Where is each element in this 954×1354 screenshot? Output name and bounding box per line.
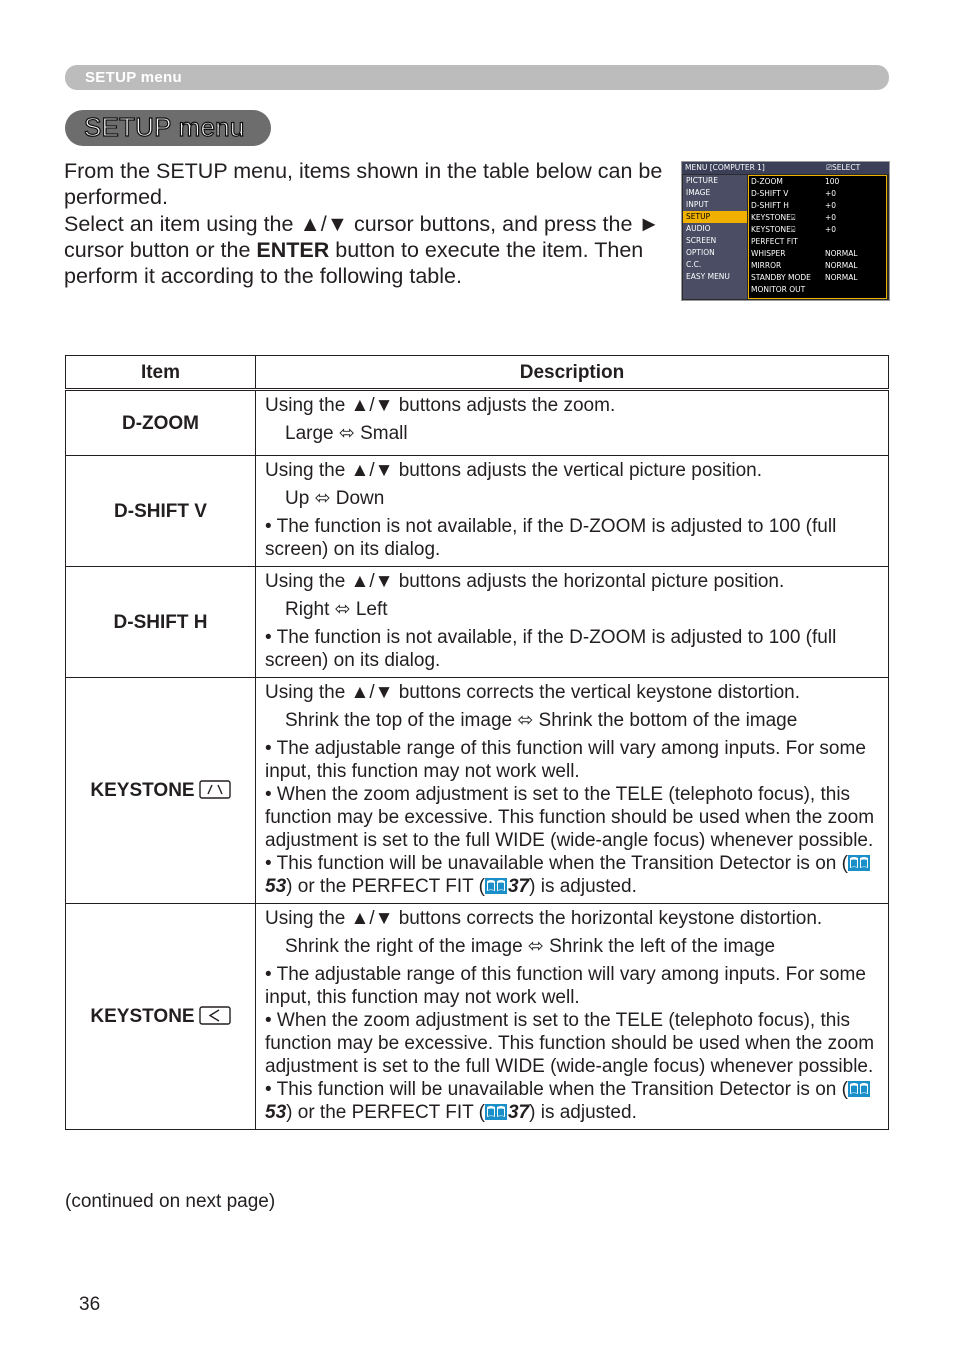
running-header-text: SETUP menu <box>85 69 182 86</box>
item-name: D-ZOOM <box>65 389 256 456</box>
osd-category: C.C. <box>686 260 702 269</box>
osd-menu-screenshot: MENU [COMPUTER 1] ⎚SELECT PICTURE IMAGE … <box>681 161 890 301</box>
item-name: KEYSTONE <box>65 677 256 904</box>
osd-item: MIRROR NORMAL <box>751 261 858 270</box>
item-name: KEYSTONE <box>65 903 256 1130</box>
vertical-keystone-icon: ⍓ <box>790 213 796 222</box>
page-reference-link[interactable]: 37 <box>508 1102 529 1123</box>
osd-category: INPUT <box>686 200 709 209</box>
note: • This function will be unavailable when… <box>265 1078 880 1124</box>
osd-item: D-SHIFT V +0 <box>751 189 837 198</box>
osd-header: MENU [COMPUTER 1] ⎚SELECT <box>682 162 889 174</box>
note: • The function is not available, if the … <box>265 516 837 560</box>
osd-category: PICTURE <box>686 176 718 185</box>
intro-line-1: From the SETUP menu, items shown in the … <box>64 159 663 210</box>
osd-item: KEYSTONE⍃ +0 <box>751 225 837 234</box>
page-reference-link[interactable]: 53 <box>265 876 286 897</box>
osd-item: KEYSTONE⍓ +0 <box>751 213 837 222</box>
osd-category: EASY MENU <box>686 272 730 281</box>
continued-note: (continued on next page) <box>65 1191 276 1212</box>
running-header: SETUP menu <box>65 65 889 90</box>
osd-select-hint: ⎚SELECT <box>826 163 861 172</box>
column-header-item: Item <box>65 355 256 391</box>
osd-item-list: D-ZOOM 100 D-SHIFT V +0 D-SHIFT H +0 KEYSTO… <box>748 175 887 299</box>
horizontal-keystone-icon: ⍃ <box>790 225 796 234</box>
vertical-keystone-icon <box>198 780 231 799</box>
osd-header-title: MENU [COMPUTER 1] <box>685 163 765 172</box>
section-title: SETUP menu <box>65 110 271 146</box>
table-header-row: Item Description <box>65 355 889 391</box>
section-title-text: SETUP menu <box>83 111 245 142</box>
adjust-range: Shrink the top of the image ⬄ Shrink the… <box>285 710 798 731</box>
page-number: 36 <box>79 1294 101 1315</box>
adjust-range: Shrink the right of the image ⬄ Shrink t… <box>285 936 776 957</box>
table-row: D-SHIFT H Using the ▲/▼ buttons adjusts … <box>65 566 889 678</box>
table-row: D-SHIFT V Using the ▲/▼ buttons adjusts … <box>65 455 889 567</box>
osd-item: D-ZOOM 100 <box>751 177 840 186</box>
horizontal-keystone-icon <box>198 1006 231 1025</box>
item-description: Using the ▲/▼ buttons adjusts the zoom. … <box>255 389 889 456</box>
intro-line-2: Select an item using the ▲/▼ cursor butt… <box>64 211 660 289</box>
osd-category: AUDIO <box>686 224 711 233</box>
note: • When the zoom adjustment is set to the… <box>265 784 875 851</box>
enter-button-label: ENTER <box>256 237 330 262</box>
osd-item: MONITOR OUT <box>751 285 806 294</box>
adjust-range: Up ⬄ Down <box>285 488 385 509</box>
note: • The adjustable range of this function … <box>265 738 866 782</box>
osd-category-selected: SETUP <box>683 211 747 223</box>
table-row: D-ZOOM Using the ▲/▼ buttons adjusts the… <box>65 389 889 456</box>
table-row: KEYSTONE Using the ▲/▼ buttons corrects … <box>65 903 889 1130</box>
osd-item: WHISPER NORMAL <box>751 249 858 258</box>
osd-category: OPTION <box>686 248 715 257</box>
book-reference-icon <box>847 1081 870 1097</box>
intro-paragraph: From the SETUP menu, items shown in the … <box>64 158 664 289</box>
item-name: D-SHIFT V <box>65 455 256 567</box>
book-reference-icon <box>484 878 507 894</box>
column-header-description: Description <box>255 355 889 391</box>
note: • The adjustable range of this function … <box>265 964 866 1008</box>
osd-category: SCREEN <box>686 236 717 245</box>
osd-category: IMAGE <box>686 188 711 197</box>
item-description: Using the ▲/▼ buttons corrects the horiz… <box>255 903 889 1130</box>
item-name: D-SHIFT H <box>65 566 256 678</box>
adjust-range: Large ⬄ Small <box>285 423 408 444</box>
osd-item: PERFECT FIT <box>751 237 798 246</box>
adjust-range: Right ⬄ Left <box>285 599 388 620</box>
item-description: Using the ▲/▼ buttons corrects the verti… <box>255 677 889 904</box>
osd-item: STANDBY MODE NORMAL <box>751 273 858 282</box>
osd-category-list: PICTURE IMAGE INPUT SETUP AUDIO SCREEN O… <box>683 175 747 299</box>
book-reference-icon <box>484 1104 507 1120</box>
page-reference-link[interactable]: 37 <box>508 876 529 897</box>
book-reference-icon <box>847 855 870 871</box>
item-description: Using the ▲/▼ buttons adjusts the vertic… <box>255 455 889 567</box>
note: • When the zoom adjustment is set to the… <box>265 1010 875 1077</box>
page-reference-link[interactable]: 53 <box>265 1102 286 1123</box>
note: • The function is not available, if the … <box>265 627 837 671</box>
item-description: Using the ▲/▼ buttons adjusts the horizo… <box>255 566 889 678</box>
setup-items-table: Item Description D-ZOOM Using the ▲/▼ bu… <box>65 355 889 1130</box>
table-row: KEYSTONE Using the ▲/▼ buttons corrects … <box>65 677 889 904</box>
note: • This function will be unavailable when… <box>265 852 880 898</box>
osd-item: D-SHIFT H +0 <box>751 201 837 210</box>
